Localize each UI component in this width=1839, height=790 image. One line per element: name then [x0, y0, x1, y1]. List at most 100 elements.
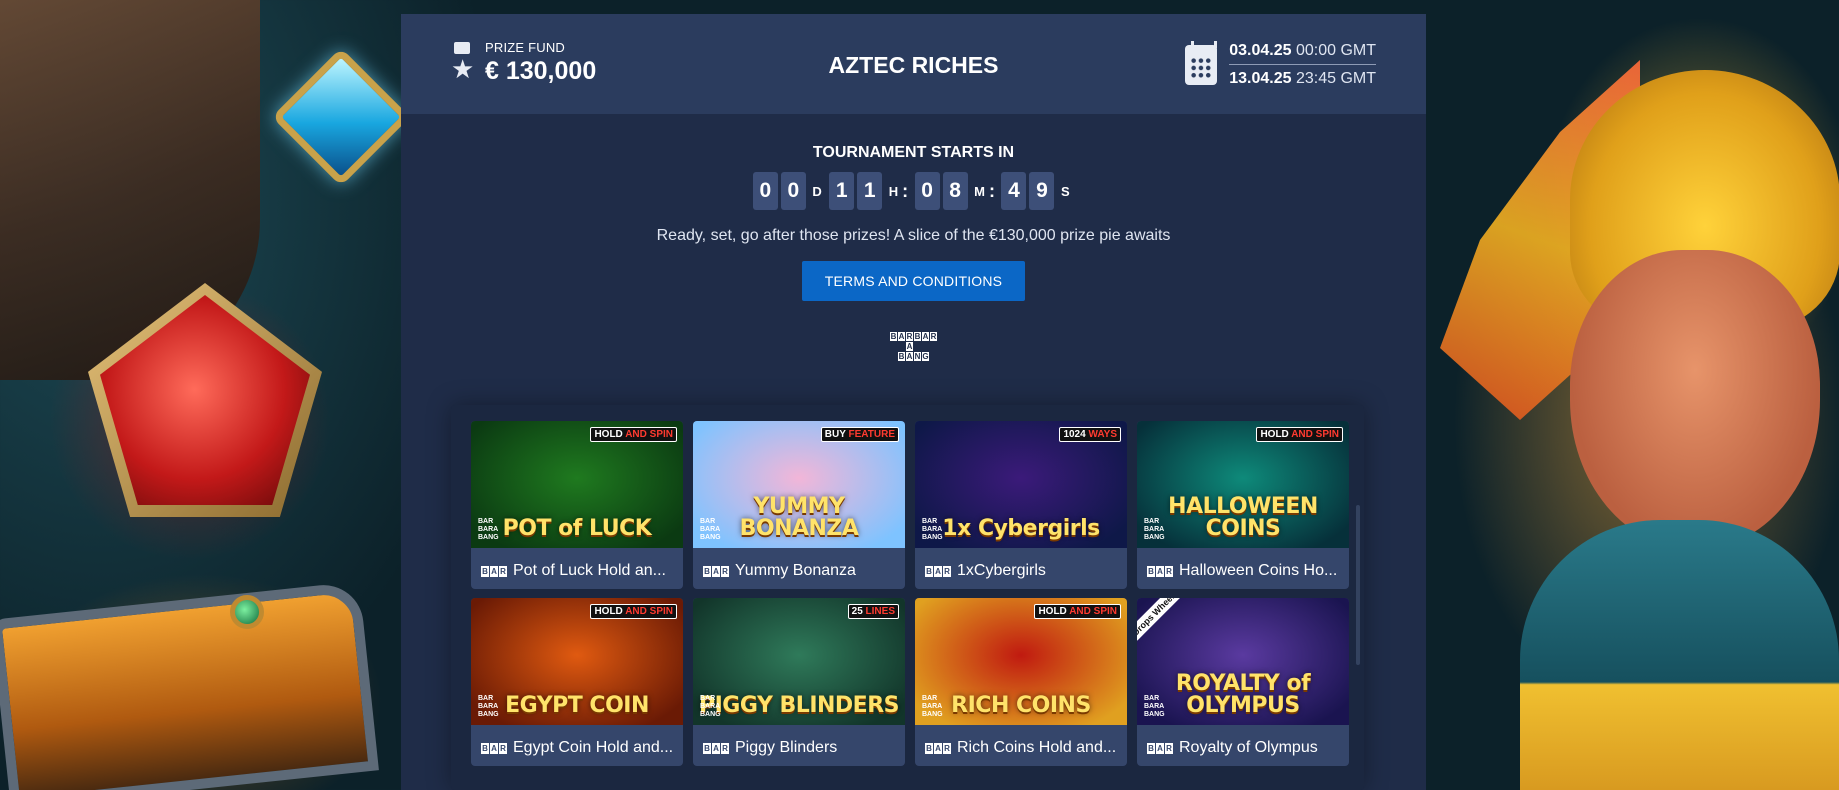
- game-card[interactable]: HOLD AND SPIN RICH COINS BAR BARA BANG B A R R…: [915, 598, 1127, 766]
- game-logo: ROYALTY of OLYMPUS: [1175, 671, 1311, 718]
- game-name-row[interactable]: B A R Rich Coins Hold and...: [925, 739, 1119, 757]
- games-scrollbar[interactable]: [1356, 505, 1360, 665]
- game-logo: HALLOWEEN COINS: [1168, 494, 1318, 541]
- start-date: 03.04.25 00:00 GMT: [1229, 40, 1376, 65]
- provider-logo-letter: G: [922, 351, 929, 361]
- provider-logo-letter: B: [898, 351, 905, 361]
- provider-logo-letter: [930, 352, 937, 361]
- game-thumbnail[interactable]: HOLD AND SPIN RICH COINS BAR BARA BANG: [915, 598, 1127, 725]
- tournament-dates: 03.04.25 00:00 GMT 13.04.25 23:45 GMT: [1185, 40, 1376, 90]
- game-name-row[interactable]: B A R Royalty of Olympus: [1147, 739, 1341, 757]
- games-container: HOLD AND SPIN POT of LUCK BAR BARA BANG B A R…: [451, 405, 1364, 790]
- game-thumbnail[interactable]: HOLD AND SPIN POT of LUCK BAR BARA BANG: [471, 421, 683, 548]
- provider-mini-logo: BAR BARA BANG: [478, 518, 499, 541]
- game-name-row[interactable]: B A R Halloween Coins Ho...: [1147, 562, 1341, 580]
- drops-wheels-ribbon: Drops Wheels: [1137, 598, 1183, 641]
- provider-mini-logo: BAR BARA BANG: [922, 695, 943, 718]
- countdown-digit: 0: [780, 172, 806, 210]
- game-thumbnail[interactable]: BUY FEATURE YUMMY BONANZA BAR BARA BANG: [693, 421, 905, 548]
- background-aztec-woman-body: [1520, 520, 1839, 790]
- provider-logo-letter: A: [906, 351, 913, 361]
- game-logo: YUMMY BONANZA: [739, 494, 859, 541]
- game-feature-badge: 1024 WAYS: [1059, 427, 1121, 442]
- game-thumbnail[interactable]: 1024 WAYS 1x Cybergirls BAR BARA BANG: [915, 421, 1127, 548]
- game-feature-badge: BUY FEATURE: [820, 427, 899, 442]
- game-card[interactable]: Drops Wheels ROYALTY of OLYMPUS BAR BARA B…: [1137, 598, 1349, 766]
- provider-bar-icon: BAR: [703, 565, 729, 577]
- end-date: 13.04.25 23:45 GMT: [1229, 70, 1376, 87]
- game-title[interactable]: Yummy Bonanza: [735, 562, 856, 580]
- countdown-unit-hours: H: [888, 183, 899, 199]
- provider-logo-letter: A: [898, 331, 905, 341]
- game-card[interactable]: 1024 WAYS 1x Cybergirls BAR BARA BANG B A R 1x…: [915, 421, 1127, 589]
- game-feature-badge: HOLD AND SPIN: [1256, 427, 1343, 442]
- provider-bar-icon: BAR: [481, 565, 507, 577]
- game-title[interactable]: Piggy Blinders: [735, 739, 837, 757]
- game-name-row[interactable]: B A R 1xCybergirls: [925, 562, 1119, 580]
- background-aztec-woman-face: [1570, 250, 1820, 550]
- game-logo: 1x Cybergirls: [942, 516, 1100, 541]
- game-thumbnail[interactable]: Drops Wheels ROYALTY of OLYMPUS BAR BARA B…: [1137, 598, 1349, 725]
- provider-bar-icon: BAR: [925, 565, 951, 577]
- game-card[interactable]: HOLD AND SPIN POT of LUCK BAR BARA BANG B A R…: [471, 421, 683, 589]
- provider-logo-letter: B: [890, 331, 897, 341]
- game-feature-badge: HOLD AND SPIN: [590, 427, 677, 442]
- game-thumbnail[interactable]: HOLD AND SPIN EGYPT COIN BAR BARA BANG: [471, 598, 683, 725]
- game-logo: EGYPT COIN: [505, 693, 649, 718]
- provider-mini-logo: BAR BARA BANG: [1144, 518, 1165, 541]
- game-title[interactable]: Royalty of Olympus: [1179, 739, 1318, 757]
- provider-mini-logo: BAR BARA BANG: [478, 695, 499, 718]
- provider-logo-letter: [898, 342, 905, 351]
- game-name-row[interactable]: B A R Piggy Blinders: [703, 739, 897, 757]
- provider-bar-icon: BAR: [1147, 565, 1173, 577]
- tournament-tagline: Ready, set, go after those prizes! A sli…: [656, 227, 1171, 244]
- game-logo: POT of LUCK: [502, 516, 652, 541]
- game-thumbnail[interactable]: 25 LINES PIGGY BLINDERS BAR BARA BANG: [693, 598, 905, 725]
- provider-logo-letter: A: [922, 331, 929, 341]
- provider-bar-icon: BAR: [481, 742, 507, 754]
- game-name-row[interactable]: B A R Yummy Bonanza: [703, 562, 897, 580]
- game-card[interactable]: 25 LINES PIGGY BLINDERS BAR BARA BANG B A R Pi…: [693, 598, 905, 766]
- game-title[interactable]: Rich Coins Hold and...: [957, 739, 1116, 757]
- game-title[interactable]: 1xCybergirls: [957, 562, 1046, 580]
- game-name-row[interactable]: B A R Egypt Coin Hold and...: [481, 739, 675, 757]
- provider-logo-letter: [930, 342, 937, 351]
- background-blue-gem: [271, 47, 411, 187]
- countdown-digit: 0: [752, 172, 778, 210]
- game-logo: PIGGY BLINDERS: [699, 693, 900, 718]
- game-logo: RICH COINS: [951, 693, 1091, 718]
- countdown-separator: :: [988, 180, 995, 201]
- game-thumbnail[interactable]: HOLD AND SPIN HALLOWEEN COINS BAR BARA BAN…: [1137, 421, 1349, 548]
- provider-logo-letter: R: [930, 331, 937, 341]
- provider-logo: BARBARABANG: [890, 331, 938, 361]
- tournament-header: ★ PRIZE FUND € 130,000 AZTEC RICHES 03.0…: [401, 14, 1426, 114]
- provider-mini-logo: BAR BARA BANG: [1144, 695, 1165, 718]
- game-card[interactable]: HOLD AND SPIN HALLOWEEN COINS BAR BARA BAN…: [1137, 421, 1349, 589]
- countdown-label: TOURNAMENT STARTS IN: [812, 144, 1015, 161]
- game-card[interactable]: HOLD AND SPIN EGYPT COIN BAR BARA BANG B A R E…: [471, 598, 683, 766]
- provider-bar-icon: BAR: [925, 742, 951, 754]
- provider-mini-logo: BAR BARA BANG: [700, 518, 721, 541]
- terms-and-conditions-button[interactable]: TERMS AND CONDITIONS: [802, 261, 1025, 301]
- countdown-digit: 1: [829, 172, 855, 210]
- game-title[interactable]: Pot of Luck Hold an...: [513, 562, 666, 580]
- countdown-digit: 1: [857, 172, 883, 210]
- game-name-row[interactable]: B A R Pot of Luck Hold an...: [481, 562, 675, 580]
- background-treasure-chest: [0, 581, 379, 790]
- game-feature-badge: HOLD AND SPIN: [1034, 604, 1121, 619]
- countdown-digit: 4: [1001, 172, 1027, 210]
- countdown-separator: :: [902, 180, 909, 201]
- game-title[interactable]: Egypt Coin Hold and...: [513, 739, 673, 757]
- tournament-panel: ★ PRIZE FUND € 130,000 AZTEC RICHES 03.0…: [401, 14, 1426, 790]
- background-chest-emerald: [230, 595, 264, 629]
- countdown-digit: 0: [914, 172, 940, 210]
- provider-bar-icon: BAR: [703, 742, 729, 754]
- provider-logo-letter: N: [914, 351, 921, 361]
- countdown-unit-days: D: [812, 183, 822, 199]
- countdown-unit-minutes: M: [974, 183, 985, 199]
- game-title[interactable]: Halloween Coins Ho...: [1179, 562, 1337, 580]
- game-card[interactable]: BUY FEATURE YUMMY BONANZA BAR BARA BANG B A R…: [693, 421, 905, 589]
- provider-logo-letter: R: [906, 331, 913, 341]
- countdown-digit: 9: [1029, 172, 1055, 210]
- countdown-timer: 0 0 D 1 1 H : 0 8 M : 4 9 S: [401, 172, 1426, 210]
